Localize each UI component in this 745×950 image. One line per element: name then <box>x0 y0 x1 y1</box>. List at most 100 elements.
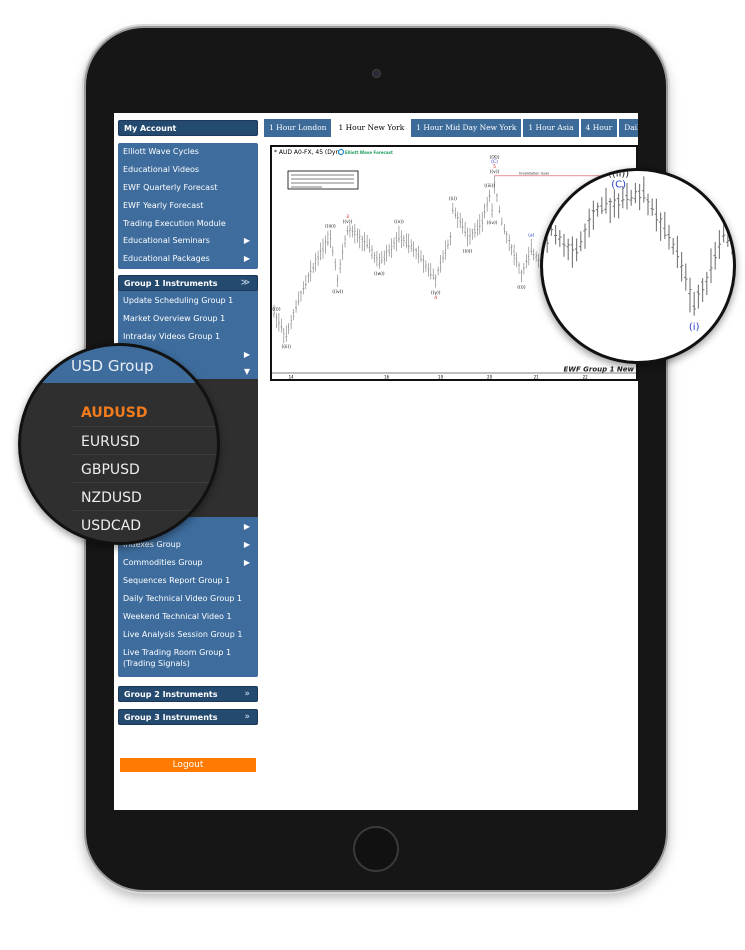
divider <box>71 426 217 427</box>
my-account-header[interactable]: My Account <box>118 120 258 136</box>
price-bar <box>616 193 621 219</box>
price-bar <box>705 271 709 295</box>
logout-button[interactable]: Logout <box>120 758 256 772</box>
wave-label: 3 <box>346 214 349 220</box>
menu-educational-packages[interactable]: Educational Packages <box>123 254 210 264</box>
tab-1h-new-york[interactable]: 1 Hour New York <box>333 119 412 137</box>
price-bar <box>400 230 403 248</box>
price-bar <box>558 229 562 247</box>
group2-header[interactable]: Group 2 Instruments » <box>118 686 258 702</box>
price-bar <box>637 183 642 211</box>
tab-4h[interactable]: 4 Hour <box>581 119 620 137</box>
magnified-usd-group-header[interactable]: USD Group <box>21 346 217 383</box>
price-bar <box>344 235 346 248</box>
menu-yearly-forecast[interactable]: EWF Yearly Forecast <box>123 201 203 211</box>
menu-quarterly-forecast[interactable]: EWF Quarterly Forecast <box>123 183 217 193</box>
my-account-label: My Account <box>124 124 177 133</box>
price-bar <box>410 239 413 253</box>
tab-1h-london[interactable]: 1 Hour London <box>264 119 334 137</box>
group3-title: Group 3 Instruments <box>124 713 218 722</box>
brand-logo-icon <box>337 148 345 156</box>
menu-live-analysis[interactable]: Live Analysis Session Group 1 <box>123 630 242 640</box>
wave-label: ((x)) <box>394 219 404 225</box>
menu-weekend-technical-video[interactable]: Weekend Technical Video 1 <box>123 612 232 622</box>
menu-commodities-group[interactable]: Commodities Group <box>123 558 203 568</box>
price-bar <box>371 245 373 260</box>
price-bar <box>439 254 442 273</box>
group1-header[interactable]: Group 1 Instruments ≫ <box>118 275 258 291</box>
price-bar <box>530 239 533 256</box>
menu-sequences-report[interactable]: Sequences Report Group 1 <box>123 576 230 586</box>
price-bar <box>402 235 405 247</box>
price-bar <box>405 233 408 249</box>
price-bar <box>378 253 381 269</box>
dropdown-item-eurusd[interactable]: EURUSD <box>81 434 140 450</box>
price-bar <box>709 248 713 284</box>
price-bar <box>726 224 730 247</box>
price-bar <box>587 208 591 238</box>
dropdown-item-usdcad[interactable]: USDCAD <box>81 518 141 534</box>
arrow-right-icon: ▶ <box>243 558 250 567</box>
wave-label: ((iv)) <box>332 289 343 295</box>
price-bar <box>608 197 612 224</box>
price-bar <box>713 241 717 270</box>
dropdown-item-nzdusd[interactable]: NZDUSD <box>81 490 142 506</box>
divider <box>71 454 217 455</box>
price-bar <box>356 228 359 243</box>
wave-label: ((X)) <box>489 154 499 160</box>
price-bar <box>574 238 579 262</box>
price-bar <box>469 228 471 245</box>
home-button[interactable] <box>353 826 399 872</box>
menu-daily-technical-video[interactable]: Daily Technical Video Group 1 <box>123 594 242 604</box>
price-bar <box>562 233 566 257</box>
price-bar <box>486 196 489 212</box>
menu-trading-execution[interactable]: Trading Execution Module <box>123 219 226 229</box>
price-bar <box>671 238 675 255</box>
arrow-right-icon: ▶ <box>243 350 250 359</box>
price-bar <box>456 211 459 228</box>
group3-header[interactable]: Group 3 Instruments » <box>118 709 258 725</box>
price-bar <box>527 246 530 266</box>
price-bar <box>663 211 667 239</box>
price-bar <box>415 247 417 260</box>
price-bar <box>383 250 386 265</box>
price-bar <box>535 251 538 262</box>
price-bar <box>434 274 437 288</box>
menu-market-overview[interactable]: Market Overview Group 1 <box>123 314 225 324</box>
dropdown-item-audusd[interactable]: AUDUSD <box>81 405 147 421</box>
price-bar <box>459 212 462 229</box>
menu-educational-videos[interactable]: Educational Videos <box>123 165 199 175</box>
price-bar <box>290 314 293 330</box>
price-bar <box>520 269 523 283</box>
price-bar <box>368 238 371 253</box>
tab-1h-midday-ny[interactable]: 1 Hour Mid Day New York <box>411 119 524 137</box>
price-bar <box>675 235 680 269</box>
price-bar <box>496 193 498 202</box>
menu-educational-seminars[interactable]: Educational Seminars <box>123 236 210 246</box>
tab-daily[interactable]: Daily <box>619 119 638 137</box>
price-bar <box>327 230 329 247</box>
tab-1h-asia[interactable]: 1 Hour Asia <box>523 119 581 137</box>
menu-intraday-videos[interactable]: Intraday Videos Group 1 <box>123 332 220 342</box>
price-bar <box>366 234 368 249</box>
price-bar <box>297 291 300 306</box>
price-bar <box>407 233 410 254</box>
price-bar <box>393 237 395 250</box>
wave-label: (C) <box>611 179 626 190</box>
invalidation-label: Invalidation level <box>519 171 549 175</box>
dropdown-item-gbpusd[interactable]: GBPUSD <box>81 462 140 478</box>
price-bar <box>721 219 726 243</box>
x-tick-label: 22 <box>583 375 589 380</box>
double-chevron-right-icon: » <box>244 712 250 722</box>
price-bar <box>679 251 684 282</box>
price-bar <box>692 291 696 316</box>
price-bar <box>730 223 733 255</box>
price-bar <box>324 235 327 254</box>
wave-label: ((iii)) <box>484 183 495 189</box>
arrow-right-icon: ▶ <box>243 236 250 245</box>
menu-elliott-wave-cycles[interactable]: Elliott Wave Cycles <box>123 147 199 157</box>
price-bar <box>478 213 481 235</box>
menu-live-trading-room[interactable]: Live Trading Room Group 1 <box>123 648 231 658</box>
menu-update-scheduling[interactable]: Update Scheduling Group 1 <box>123 296 233 306</box>
price-bar <box>331 246 334 257</box>
